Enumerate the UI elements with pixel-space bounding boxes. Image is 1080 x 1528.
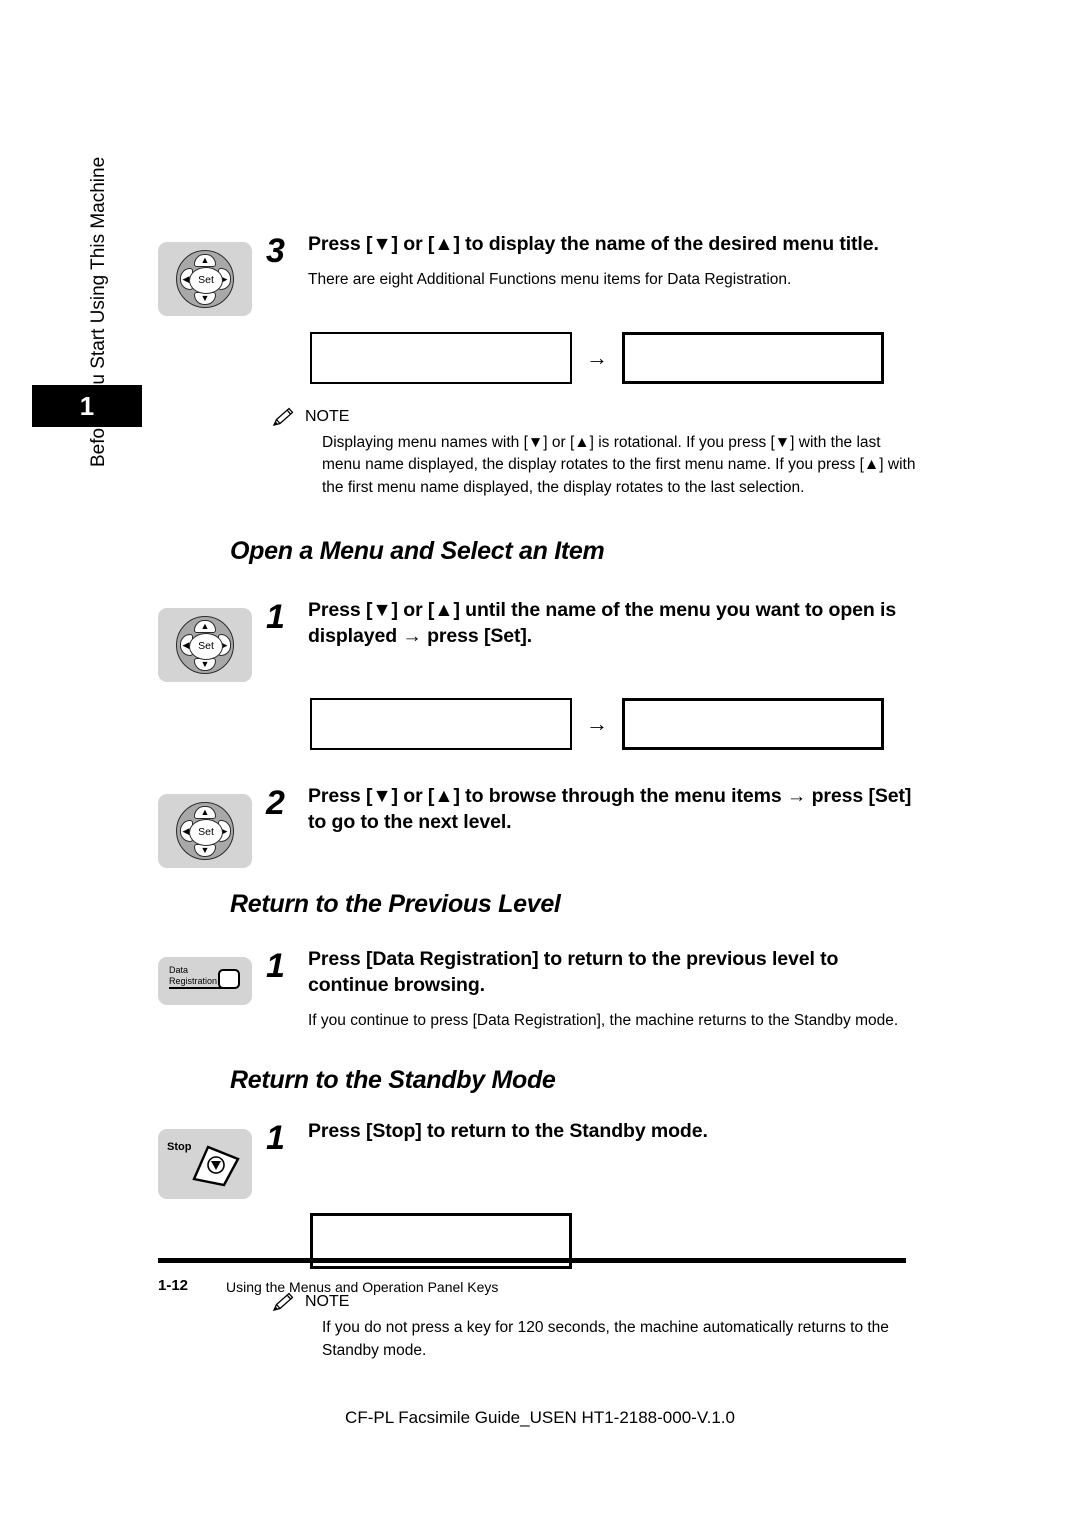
navigation-set-key-icon: ▲ ▼ ◀ ▶ Set	[158, 608, 252, 683]
data-registration-label-line2: Registration	[169, 975, 218, 986]
section-heading-previous-level: Return to the Previous Level	[230, 890, 561, 919]
chevron-down-icon: ▼	[200, 844, 210, 855]
step-block-open-menu-1: ▲ ▼ ◀ ▶ Set 1 Press [▼] or [▲] until the	[158, 598, 918, 683]
note-block-1: NOTE Displaying menu names with [▼] or […	[270, 406, 918, 499]
nav-up-petal: ▲	[194, 805, 216, 819]
step-block-standby-1: Stop 1 Press [Stop] to return to the Sta…	[158, 1119, 918, 1200]
lcd-display-row: ADDITIONAL FUNCTIONS 1.PAPER SETTINGS → …	[310, 332, 918, 384]
chapter-tab: 1	[32, 385, 142, 427]
data-registration-label-line1: Data	[169, 965, 189, 976]
nav-up-petal: ▲	[194, 253, 216, 267]
step-title: Press [Stop] to return to the Standby mo…	[308, 1120, 708, 1143]
step-title: Press [▼] or [▲] to browse through the m…	[308, 785, 912, 833]
chevron-down-icon: ▼	[200, 658, 210, 669]
key-icon-column: ▲ ▼ ◀ ▶ Set	[158, 784, 266, 869]
arrow-right-icon: →	[586, 345, 608, 370]
step-text: Press [Stop] to return to the Standby mo…	[308, 1119, 918, 1144]
note-label: NOTE	[305, 408, 350, 425]
step-number: 1	[266, 947, 285, 986]
lcd-display-before: ADDITIONAL FUNCTIONS 1.PAPER SETTINGS	[310, 332, 572, 384]
key-icon-column: ▲ ▼ ◀ ▶ Set	[158, 598, 266, 683]
set-button-icon: Set	[189, 632, 223, 660]
step-number: 1	[266, 598, 285, 637]
footer-divider	[158, 1258, 906, 1263]
data-registration-button-glyph	[218, 969, 240, 990]
navigation-set-key-icon: ▲ ▼ ◀ ▶ Set	[158, 242, 252, 316]
nav-dial: ▲ ▼ ◀ ▶ Set	[176, 802, 234, 861]
step-text: Press [▼] or [▲] until the name of the m…	[308, 598, 918, 649]
lcd-display-before: ADDITIONAL FUNCTIONS 6.SYSTEM SETTINGS	[310, 698, 572, 751]
note-block-2: NOTE If you do not press a key for 120 s…	[270, 1291, 918, 1362]
pencil-icon	[272, 407, 294, 426]
lcd-display-after: ADDITIONAL FUNCTIONS 8.PRINT LISTS	[622, 332, 884, 384]
note-label: NOTE	[305, 1293, 350, 1311]
lcd-line-1: ADDITIONAL FUNCTIONS	[319, 383, 563, 384]
lcd-display-row: ADDITIONAL FUNCTIONS 6.SYSTEM SETTINGS →…	[310, 698, 918, 751]
step-body: If you continue to press [Data Registrat…	[308, 1012, 899, 1030]
step-block-open-menu-2: ▲ ▼ ◀ ▶ Set 2 Press [▼] or [▲] to browse	[158, 784, 918, 869]
step-body: There are eight Additional Functions men…	[308, 271, 792, 289]
step-block-3: ▲ ▼ ◀ ▶ Set 3 Press [▼] or [▲] to displa…	[158, 232, 918, 316]
page-content: ▲ ▼ ◀ ▶ Set 3 Press [▼] or [▲] to displa…	[158, 232, 918, 1362]
stop-key-icon: Stop	[158, 1129, 252, 1200]
step-number: 2	[266, 784, 285, 823]
section-heading-standby-mode: Return to the Standby Mode	[230, 1066, 556, 1095]
chevron-up-icon: ▲	[200, 620, 210, 631]
step-text: Press [▼] or [▲] to browse through the m…	[308, 784, 918, 835]
step-number: 3	[266, 232, 285, 270]
step-number: 1	[266, 1119, 285, 1158]
chapter-title-text: Before You Start Using This Machine	[88, 156, 109, 467]
key-icon-column: Stop	[158, 1119, 266, 1200]
lcd-display-after: SYSTEM SETTINGS 1.SYS. ADMIN. INFO	[622, 698, 884, 751]
set-button-icon: Set	[189, 818, 223, 846]
chevron-down-icon: ▼	[200, 292, 210, 303]
footer-page-number: 1-12	[158, 1277, 189, 1294]
step-title: Press [▼] or [▲] until the name of the m…	[308, 599, 897, 647]
note-text: Displaying menu names with [▼] or [▲] is…	[322, 434, 916, 496]
step-title: Press [Data Registration] to return to t…	[308, 948, 839, 996]
set-button-icon: Set	[189, 266, 223, 294]
step-text: Press [▼] or [▲] to display the name of …	[308, 232, 918, 291]
data-registration-label: Data Registration	[169, 965, 225, 990]
navigation-set-key-icon: ▲ ▼ ◀ ▶ Set	[158, 794, 252, 869]
chapter-title-vertical: Before You Start Using This Machine	[88, 156, 118, 467]
footer-section-title: Using the Menus and Operation Panel Keys	[226, 1279, 499, 1295]
nav-up-petal: ▲	[194, 619, 216, 633]
lcd-line-1: FAX 12/31/2002 03:40	[320, 1265, 562, 1266]
step-block-previous-level-1: Data Registration 1 Press [Data Registra…	[158, 947, 918, 1032]
data-registration-key-icon: Data Registration	[158, 957, 252, 1006]
note-text: If you do not press a key for 120 second…	[322, 1319, 889, 1359]
step-title: Press [▼] or [▲] to display the name of …	[308, 233, 879, 255]
nav-dial: ▲ ▼ ◀ ▶ Set	[176, 616, 234, 675]
nav-dial: ▲ ▼ ◀ ▶ Set	[176, 250, 234, 308]
lcd-line-1: ADDITIONAL FUNCTIONS	[319, 749, 563, 750]
stop-glyph-icon	[192, 1145, 240, 1187]
chevron-up-icon: ▲	[200, 254, 210, 265]
key-icon-column: Data Registration	[158, 947, 266, 1006]
section-heading-open-menu: Open a Menu and Select an Item	[230, 537, 605, 566]
note-header: NOTE	[270, 406, 918, 428]
key-icon-column: ▲ ▼ ◀ ▶ Set	[158, 232, 266, 316]
arrow-right-icon: →	[586, 711, 608, 737]
document-id-footer: CF-PL Facsimile Guide_USEN HT1-2188-000-…	[345, 1408, 735, 1427]
step-text: Press [Data Registration] to return to t…	[308, 947, 918, 1032]
chevron-up-icon: ▲	[200, 806, 210, 817]
